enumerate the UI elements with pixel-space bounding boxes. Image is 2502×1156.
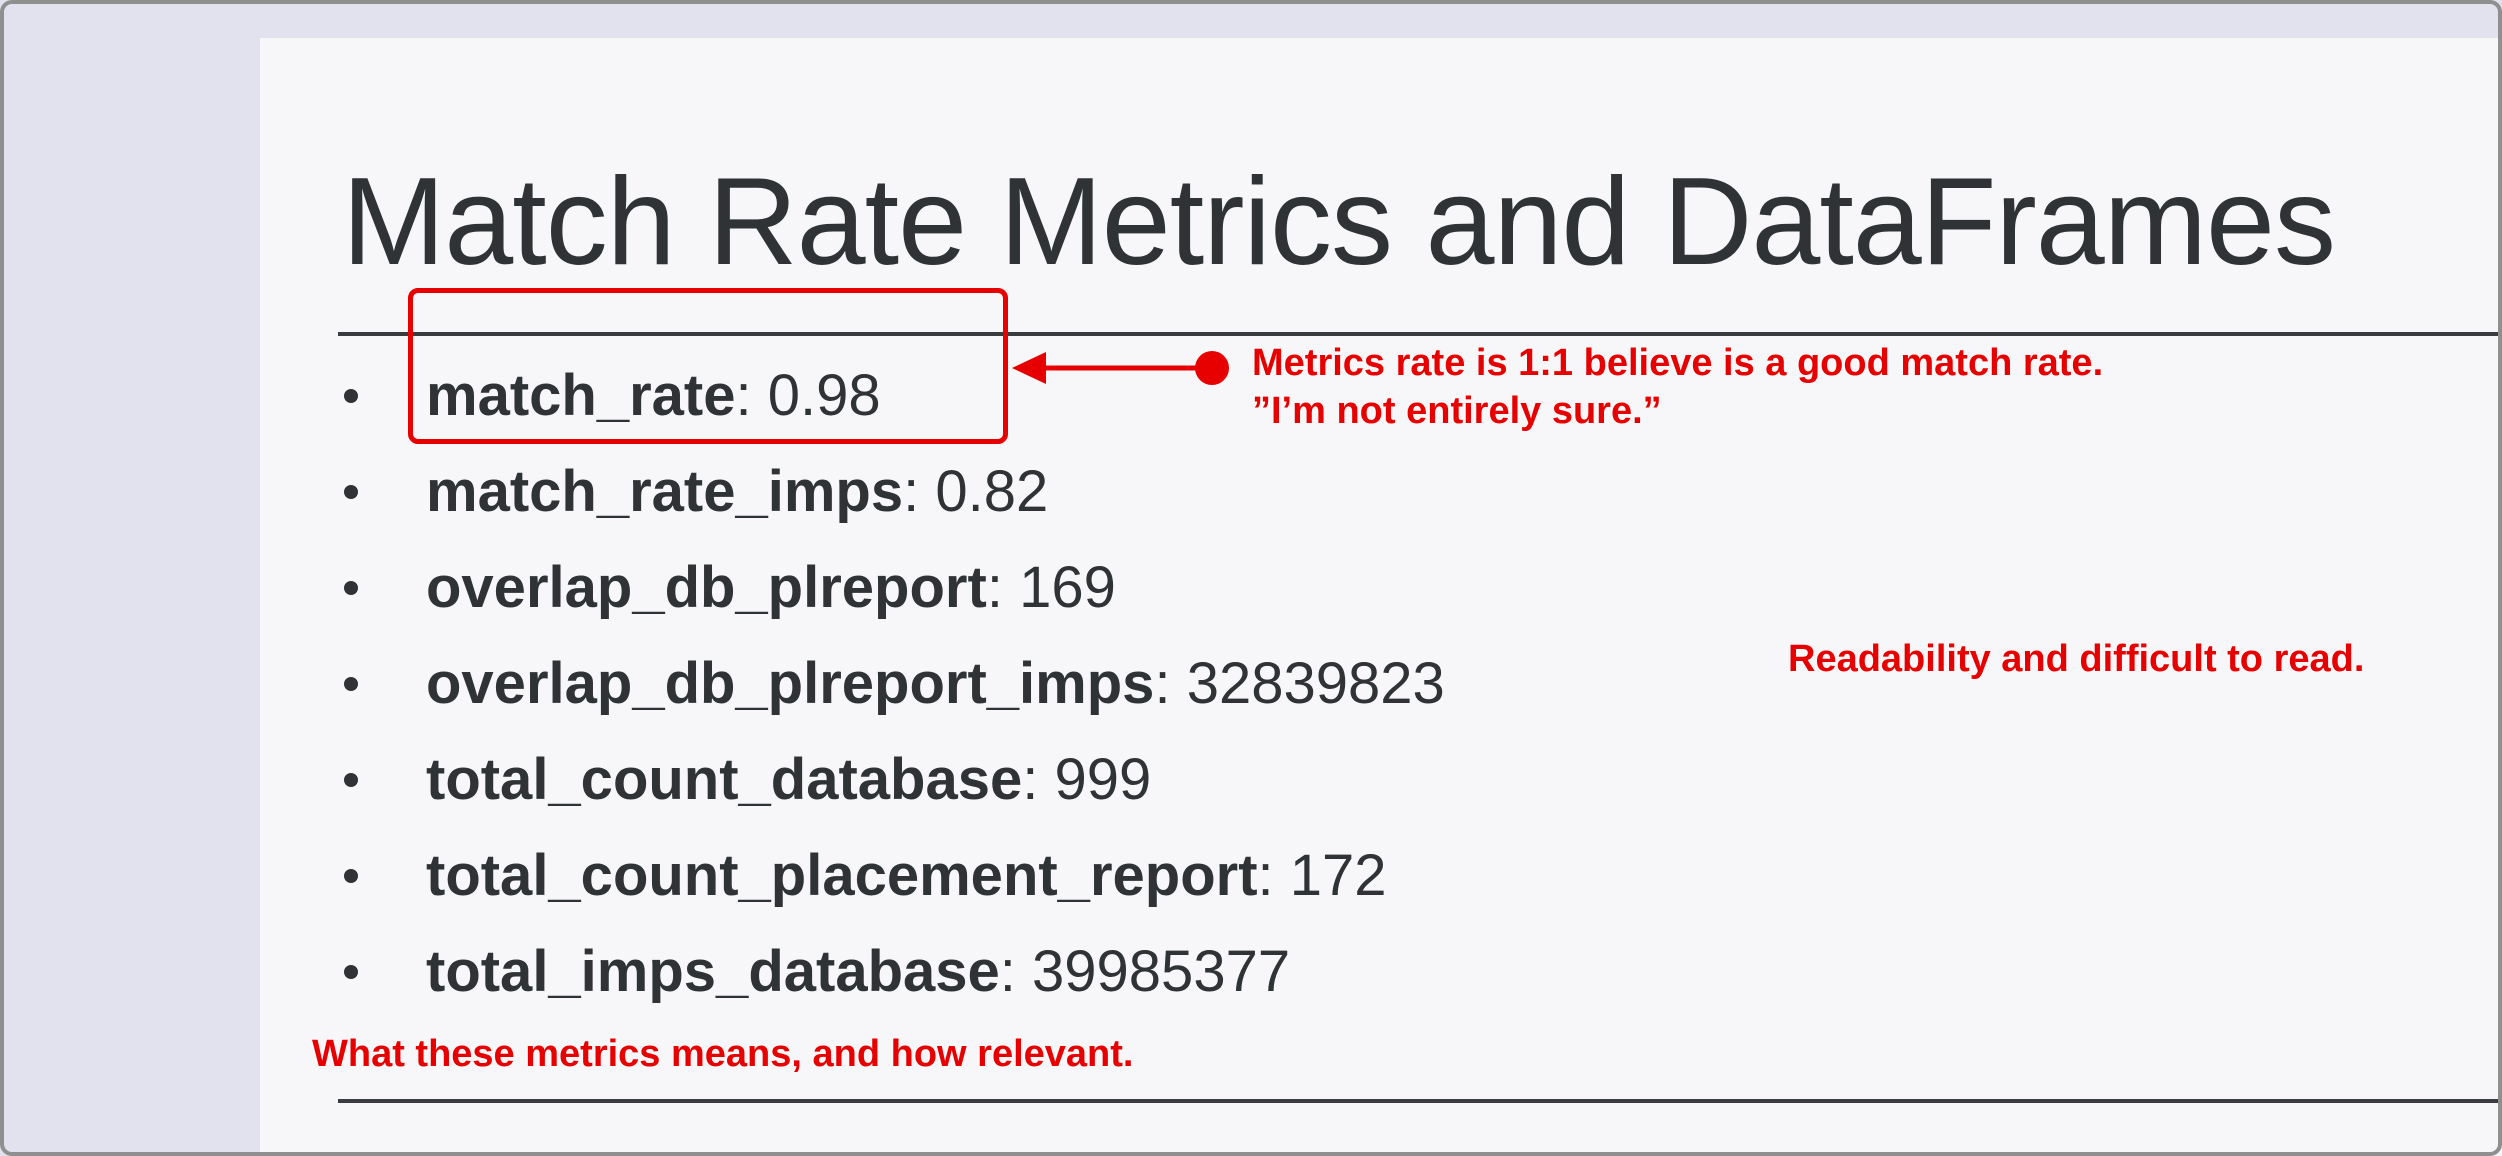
metric-key: overlap_db_plreport_imps: [426, 651, 1155, 716]
bullet-icon: [344, 485, 358, 499]
metric-value: 32839823: [1186, 651, 1445, 716]
metric-value: 172: [1289, 843, 1387, 908]
bullet-icon: [344, 389, 358, 403]
annotation-line-2: ”I’m not entirely sure.”: [1252, 390, 1662, 432]
metrics-list: match_rate: 0.98 match_rate_imps: 0.82 o…: [338, 348, 1445, 1020]
list-item-overlap-db-plreport: overlap_db_plreport: 169: [338, 540, 1445, 636]
bullet-icon: [344, 965, 358, 979]
metric-value: 0.82: [935, 459, 1049, 524]
metric-separator: :: [1257, 843, 1274, 908]
metric-separator: :: [999, 939, 1016, 1004]
metric-key: overlap_db_plreport: [426, 555, 987, 620]
section-divider: [338, 1099, 2502, 1103]
metric-separator: :: [1154, 651, 1171, 716]
metric-value: 999: [1054, 747, 1152, 812]
metric-key: match_rate_imps: [426, 459, 904, 524]
metric-key: total_imps_database: [426, 939, 1000, 1004]
annotation-relevance-note: What these metrics means, and how releva…: [312, 1033, 1134, 1075]
bullet-icon: [344, 677, 358, 691]
metric-value: 169: [1019, 555, 1116, 620]
annotation-match-rate-note: Metrics rate is 1:1 believe is a good ma…: [1252, 339, 2103, 435]
list-item-total-count-placement-report: total_count_placement_report: 172: [338, 828, 1445, 924]
bullet-icon: [344, 773, 358, 787]
bullet-icon: [344, 581, 358, 595]
annotation-readability-note: Readability and difficult to read.: [1788, 638, 2365, 680]
metric-key: total_count_database: [426, 747, 1023, 812]
metric-separator: :: [1022, 747, 1039, 812]
left-sidebar-rail: [0, 0, 260, 1156]
list-item-match-rate-imps: match_rate_imps: 0.82: [338, 444, 1445, 540]
window-top-band: [0, 0, 2502, 38]
annotation-line-1: Metrics rate is 1:1 believe is a good ma…: [1252, 342, 2104, 384]
list-item-overlap-db-plreport-imps: overlap_db_plreport_imps: 32839823: [338, 636, 1445, 732]
metric-key: total_count_placement_report: [426, 843, 1258, 908]
metric-value: 39985377: [1032, 939, 1291, 1004]
metric-separator: :: [986, 555, 1003, 620]
list-item-total-imps-database: total_imps_database: 39985377: [338, 924, 1445, 1020]
list-item-total-count-database: total_count_database: 999: [338, 732, 1445, 828]
annotation-highlight-box: [408, 288, 1008, 444]
bullet-icon: [344, 869, 358, 883]
page-title: Match Rate Metrics and DataFrames: [342, 153, 2336, 291]
metric-separator: :: [903, 459, 920, 524]
